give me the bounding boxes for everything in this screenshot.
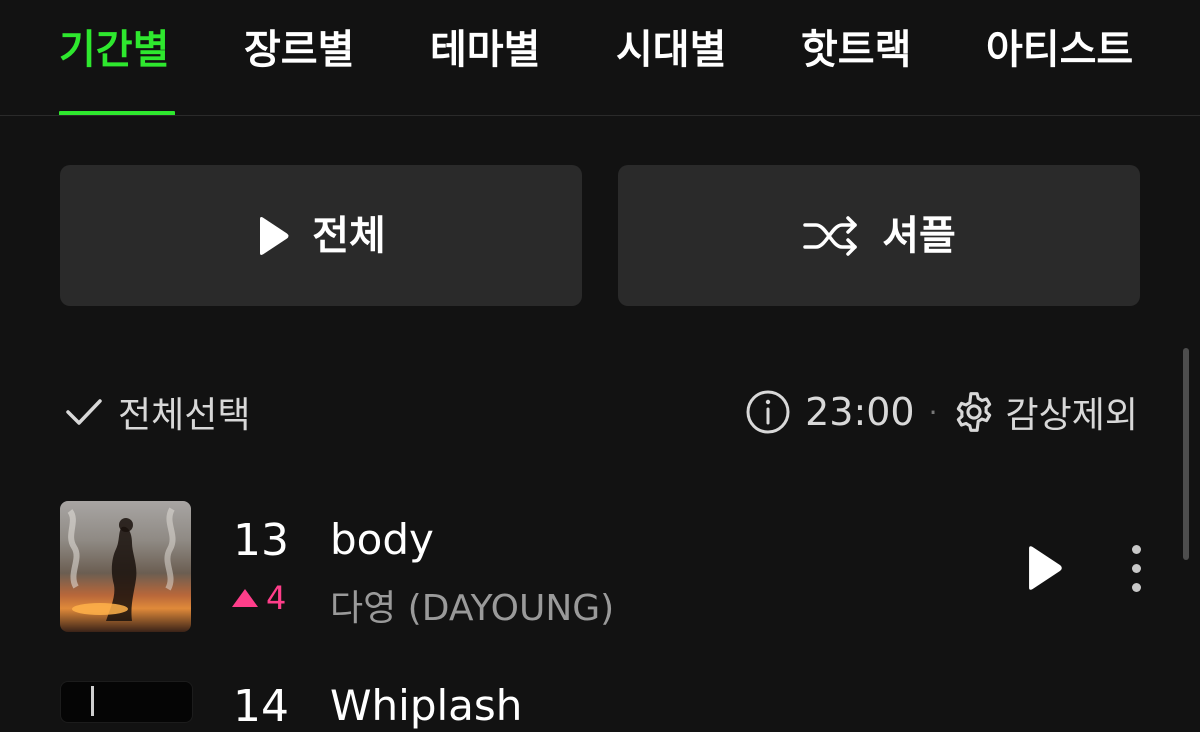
rank-change-value: 4	[266, 579, 287, 617]
chart-category-tabs: 기간별 장르별 테마별 시대별 핫트랙 아티스트	[0, 0, 1200, 116]
rank-change: 4	[232, 579, 286, 617]
track-row[interactable]: 14 Whiplash	[60, 681, 1160, 729]
select-all-toggle[interactable]: 전체선택	[64, 386, 250, 438]
shuffle-button[interactable]: 셔플	[618, 165, 1140, 306]
track-rank: 13	[233, 515, 289, 566]
album-art	[60, 681, 193, 723]
play-icon	[1024, 545, 1064, 591]
chart-meta-controls: 23:00 · 감상제외	[745, 386, 1138, 438]
check-icon	[64, 396, 104, 428]
more-vertical-icon	[1126, 545, 1146, 592]
track-rank: 14	[233, 681, 289, 732]
tab-hot-track[interactable]: 핫트랙	[801, 22, 911, 78]
tabs-divider	[0, 115, 1200, 116]
play-all-label: 전체	[312, 212, 386, 259]
track-artist: 다영 (DAYOUNG)	[330, 588, 615, 629]
play-icon	[256, 216, 290, 256]
exclude-listening-label: 감상제외	[1005, 395, 1138, 436]
shuffle-label: 셔플	[882, 212, 956, 259]
tab-theme[interactable]: 테마별	[430, 22, 540, 78]
gear-icon	[952, 390, 996, 434]
more-options-button[interactable]	[1126, 545, 1146, 593]
tab-artist[interactable]: 아티스트	[986, 22, 1133, 78]
shuffle-icon	[802, 215, 860, 256]
tab-genre[interactable]: 장르별	[244, 22, 354, 78]
chart-update-time: 23:00	[805, 390, 915, 434]
tab-era[interactable]: 시대별	[616, 22, 726, 78]
track-title: Whiplash	[330, 681, 523, 730]
rank-up-icon	[232, 589, 258, 607]
play-track-button[interactable]	[1024, 545, 1064, 595]
play-all-button[interactable]: 전체	[60, 165, 582, 306]
track-row[interactable]: 13 4 body 다영 (DAYOUNG)	[60, 501, 1160, 632]
separator-dot: ·	[928, 395, 938, 429]
exclude-listening-button[interactable]: 감상제외	[952, 386, 1138, 438]
select-all-label: 전체선택	[118, 395, 251, 436]
scrollbar[interactable]	[1183, 348, 1189, 560]
info-icon[interactable]	[745, 389, 791, 435]
tab-period[interactable]: 기간별	[59, 22, 169, 78]
album-art	[60, 501, 191, 632]
track-title: body	[330, 515, 434, 564]
